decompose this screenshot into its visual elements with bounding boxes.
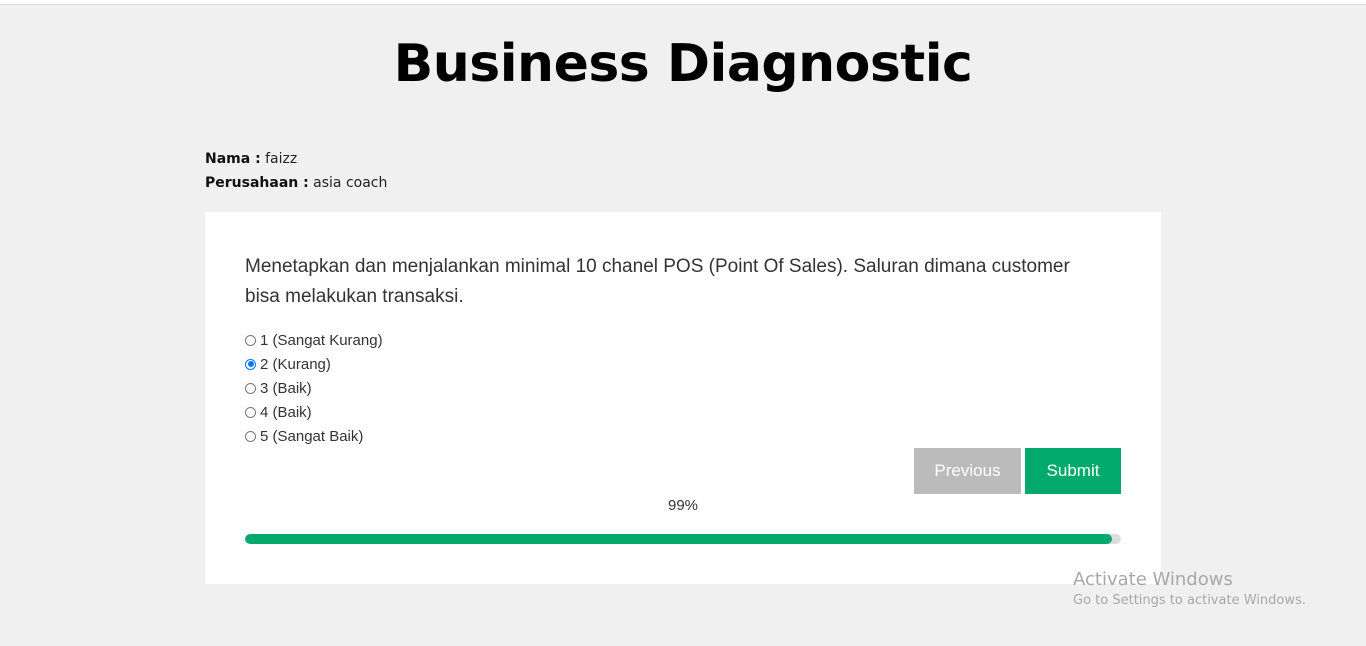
option-label: 3 (Baik) <box>260 379 312 397</box>
perusahaan-row: Perusahaan : asia coach <box>205 171 387 195</box>
option-4[interactable]: 4 (Baik) <box>245 400 383 424</box>
option-label: 5 (Sangat Baik) <box>260 427 364 445</box>
nama-value: faizz <box>265 151 298 167</box>
radio-button[interactable] <box>245 334 256 346</box>
browser-top-border <box>0 0 1366 5</box>
previous-button[interactable]: Previous <box>914 448 1021 494</box>
watermark-title: Activate Windows <box>1073 569 1233 590</box>
windows-activation-watermark: Activate Windows Go to Settings to activ… <box>1073 569 1306 608</box>
option-label: 1 (Sangat Kurang) <box>260 331 383 349</box>
nama-label: Nama : <box>205 151 261 167</box>
radio-button[interactable] <box>245 382 256 394</box>
option-5[interactable]: 5 (Sangat Baik) <box>245 424 383 448</box>
submit-button[interactable]: Submit <box>1025 448 1121 494</box>
answer-options: 1 (Sangat Kurang) 2 (Kurang) 3 (Baik) 4 … <box>245 328 383 448</box>
question-card: Menetapkan dan menjalankan minimal 10 ch… <box>205 212 1161 584</box>
radio-button[interactable] <box>245 358 256 370</box>
watermark-subtitle: Go to Settings to activate Windows. <box>1073 593 1306 608</box>
progress-bar-fill <box>245 534 1113 544</box>
perusahaan-label: Perusahaan : <box>205 175 309 191</box>
option-3[interactable]: 3 (Baik) <box>245 376 383 400</box>
option-1[interactable]: 1 (Sangat Kurang) <box>245 328 383 352</box>
perusahaan-value: asia coach <box>313 175 388 191</box>
page-title: Business Diagnostic <box>393 34 973 94</box>
question-text: Menetapkan dan menjalankan minimal 10 ch… <box>245 256 1070 307</box>
user-info: Nama : faizz Perusahaan : asia coach <box>205 147 387 195</box>
nama-row: Nama : faizz <box>205 147 387 171</box>
radio-button[interactable] <box>245 430 256 442</box>
option-2[interactable]: 2 (Kurang) <box>245 352 383 376</box>
radio-button[interactable] <box>245 406 256 418</box>
option-label: 4 (Baik) <box>260 403 312 421</box>
option-label: 2 (Kurang) <box>260 355 331 373</box>
progress-percent-label: 99% <box>667 497 699 514</box>
progress-bar <box>245 534 1121 544</box>
